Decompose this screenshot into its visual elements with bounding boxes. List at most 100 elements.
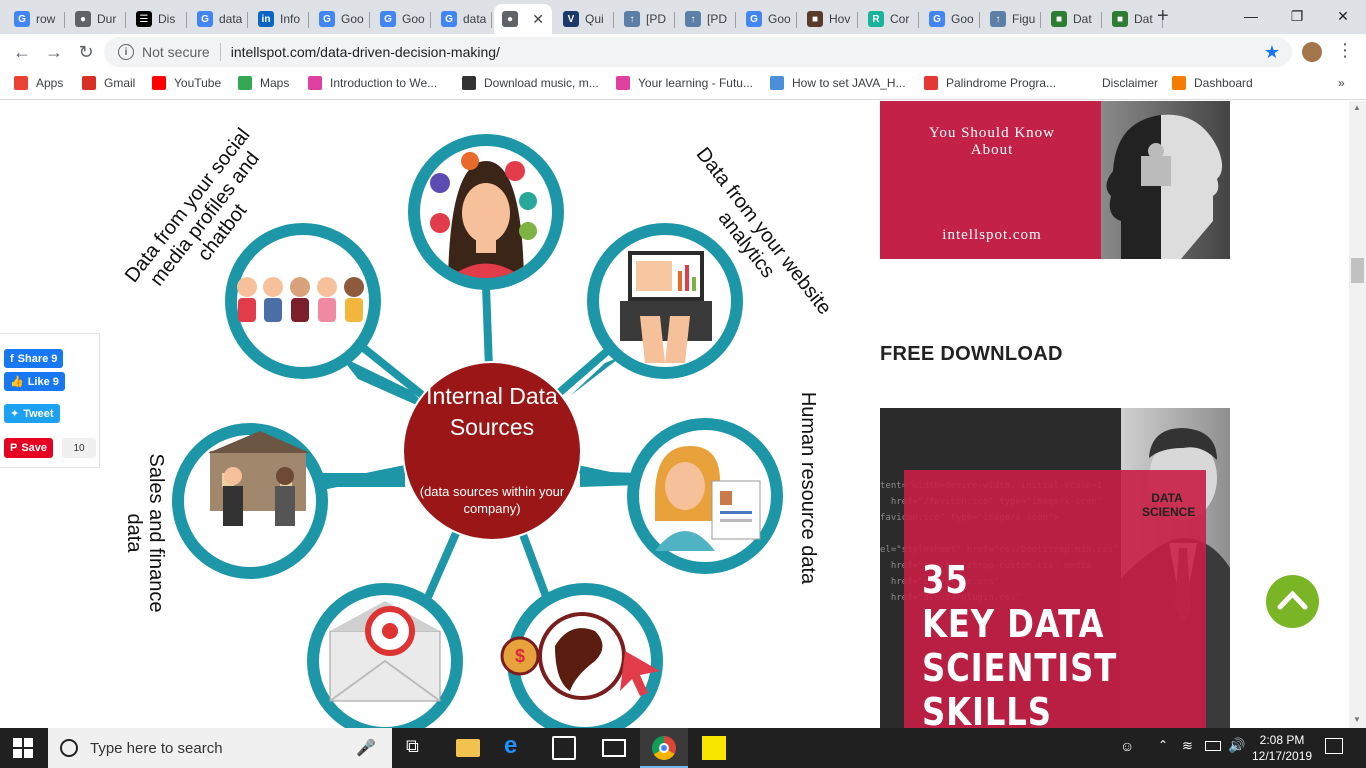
- browser-tab[interactable]: ☰ Dis: [128, 4, 187, 34]
- profile-avatar[interactable]: [1302, 42, 1322, 62]
- tab-title: Goo: [402, 12, 425, 26]
- ad1-photo: [1101, 101, 1230, 259]
- task-view-icon[interactable]: ⧉: [406, 736, 430, 760]
- bookmark-item[interactable]: Download music, m...: [462, 76, 599, 90]
- reload-button[interactable]: ↻: [72, 38, 100, 66]
- wifi-icon[interactable]: ≋: [1182, 738, 1193, 754]
- show-hidden-icons[interactable]: ⌃: [1158, 738, 1168, 752]
- bookmark-favicon-icon: [770, 76, 784, 90]
- tab-title: data: [219, 12, 243, 26]
- facebook-share-button[interactable]: f Share 9: [4, 349, 64, 368]
- tab-title: row: [36, 12, 56, 26]
- scroll-down-arrow[interactable]: ▼: [1353, 715, 1361, 724]
- store-icon[interactable]: [552, 736, 576, 760]
- bookmark-item[interactable]: Apps: [14, 76, 63, 90]
- browser-tab[interactable]: ● ✕: [494, 4, 552, 34]
- browser-tab[interactable]: Gdata: [433, 4, 492, 34]
- taskbar-search[interactable]: Type here to search 🎤: [48, 728, 392, 768]
- tab-favicon-icon: V: [563, 11, 579, 27]
- mail-icon[interactable]: [602, 739, 626, 757]
- menu-dots-icon[interactable]: ⋮: [1336, 40, 1354, 61]
- bookmark-favicon-icon: [152, 76, 166, 90]
- browser-tab[interactable]: ● Dur: [67, 4, 126, 34]
- url-text[interactable]: intellspot.com/data-driven-decision-maki…: [231, 44, 500, 60]
- clock[interactable]: 2:08 PM 12/17/2019: [1252, 732, 1312, 764]
- more-bookmarks-button[interactable]: »: [1338, 76, 1345, 90]
- forward-button[interactable]: →: [40, 38, 68, 66]
- tab-favicon-icon: G: [319, 11, 335, 27]
- sidebar-ad-download[interactable]: tent="width=device-width, initial-scale=…: [880, 408, 1230, 728]
- bookmark-favicon-icon: [1172, 76, 1186, 90]
- browser-tab[interactable]: ↑ [PD: [616, 4, 675, 34]
- tab-title: Info: [280, 12, 301, 26]
- ad2-line1: KEY DATA: [922, 602, 1105, 646]
- browser-tab[interactable]: Gdata: [189, 4, 248, 34]
- browser-tab[interactable]: in Info: [250, 4, 309, 34]
- people-icon[interactable]: ☺: [1120, 738, 1134, 754]
- chrome-taskbar-button[interactable]: [640, 728, 688, 768]
- file-explorer-icon[interactable]: [456, 739, 480, 757]
- notifications-icon[interactable]: [1325, 738, 1343, 754]
- minimize-button[interactable]: —: [1228, 0, 1274, 32]
- tab-title: Goo: [768, 12, 791, 26]
- close-tab-icon[interactable]: ✕: [532, 11, 544, 28]
- tweet-button[interactable]: ✦ Tweet: [4, 404, 60, 423]
- sidebar-ad-top[interactable]: You Should Know About intellspot.com: [880, 101, 1230, 259]
- save-count: 10: [62, 438, 96, 458]
- address-bar[interactable]: i Not secure intellspot.com/data-driven-…: [104, 37, 1292, 67]
- bookmark-item[interactable]: Dashboard: [1172, 76, 1253, 90]
- page-scrollbar[interactable]: [1349, 101, 1366, 728]
- scrollbar-thumb[interactable]: [1351, 258, 1364, 283]
- browser-tab[interactable]: G Goo: [738, 4, 797, 34]
- svg-text:$: $: [515, 646, 525, 666]
- bookmark-star-icon[interactable]: ★: [1264, 42, 1280, 63]
- browser-tab[interactable]: ↑ Figu: [982, 4, 1041, 34]
- tab-favicon-icon: ■: [807, 11, 823, 27]
- volume-icon[interactable]: 🔊: [1228, 737, 1245, 754]
- scroll-up-arrow[interactable]: ▲: [1353, 103, 1361, 112]
- microphone-icon[interactable]: 🎤: [356, 738, 376, 758]
- browser-tab[interactable]: V Qui: [555, 4, 614, 34]
- team-node: [408, 134, 564, 290]
- bookmark-item[interactable]: Disclaimer: [1102, 76, 1158, 90]
- info-icon[interactable]: i: [118, 44, 134, 60]
- share-label: Share 9: [17, 352, 58, 365]
- windows-start-icon[interactable]: [13, 738, 33, 758]
- browser-tab[interactable]: ■ Hov: [799, 4, 858, 34]
- back-button[interactable]: ←: [8, 38, 36, 66]
- browser-tab[interactable]: ↑ [PD: [677, 4, 736, 34]
- battery-icon[interactable]: [1205, 741, 1221, 751]
- bookmark-item[interactable]: Gmail: [82, 76, 135, 90]
- sticky-notes-icon[interactable]: [702, 736, 726, 760]
- browser-tab[interactable]: ■ Dat: [1043, 4, 1102, 34]
- browser-tab[interactable]: G Goo: [372, 4, 431, 34]
- bookmark-item[interactable]: YouTube: [152, 76, 221, 90]
- clock-time: 2:08 PM: [1259, 733, 1305, 747]
- label-human-resource: Human resource data: [797, 391, 819, 585]
- bookmark-item[interactable]: How to set JAVA_H...: [770, 76, 906, 90]
- bookmark-item[interactable]: Palindrome Progra...: [924, 76, 1056, 90]
- website-analytics-node: [587, 223, 743, 379]
- tab-title: Figu: [1012, 12, 1036, 26]
- bookmark-item[interactable]: Your learning - Futu...: [616, 76, 753, 90]
- pinterest-save-button[interactable]: P Save: [4, 438, 54, 458]
- browser-tab[interactable]: R Cor: [860, 4, 919, 34]
- share-widget: f Share 9 👍 Like 9 ✦ Tweet P Save 10: [0, 333, 100, 468]
- clock-date: 12/17/2019: [1252, 749, 1313, 763]
- new-tab-button[interactable]: +: [1157, 5, 1169, 28]
- search-icon: [60, 739, 78, 757]
- back-to-top-button[interactable]: [1266, 575, 1319, 628]
- close-window-button[interactable]: ✕: [1320, 0, 1366, 32]
- facebook-like-button[interactable]: 👍 Like 9: [4, 372, 65, 391]
- edge-icon[interactable]: e: [504, 732, 528, 759]
- browser-tab[interactable]: ■ Dat: [1104, 4, 1163, 34]
- bookmark-item[interactable]: Maps: [238, 76, 289, 90]
- tab-title: data: [463, 12, 487, 26]
- browser-tab[interactable]: G Goo: [311, 4, 370, 34]
- tab-favicon-icon: ■: [1112, 11, 1128, 27]
- bookmark-item[interactable]: Introduction to We...: [308, 76, 437, 90]
- browser-tab[interactable]: Grow: [6, 4, 65, 34]
- maximize-button[interactable]: ❐: [1274, 0, 1320, 32]
- bookmark-favicon-icon: [308, 76, 322, 90]
- browser-tab[interactable]: G Goo: [921, 4, 980, 34]
